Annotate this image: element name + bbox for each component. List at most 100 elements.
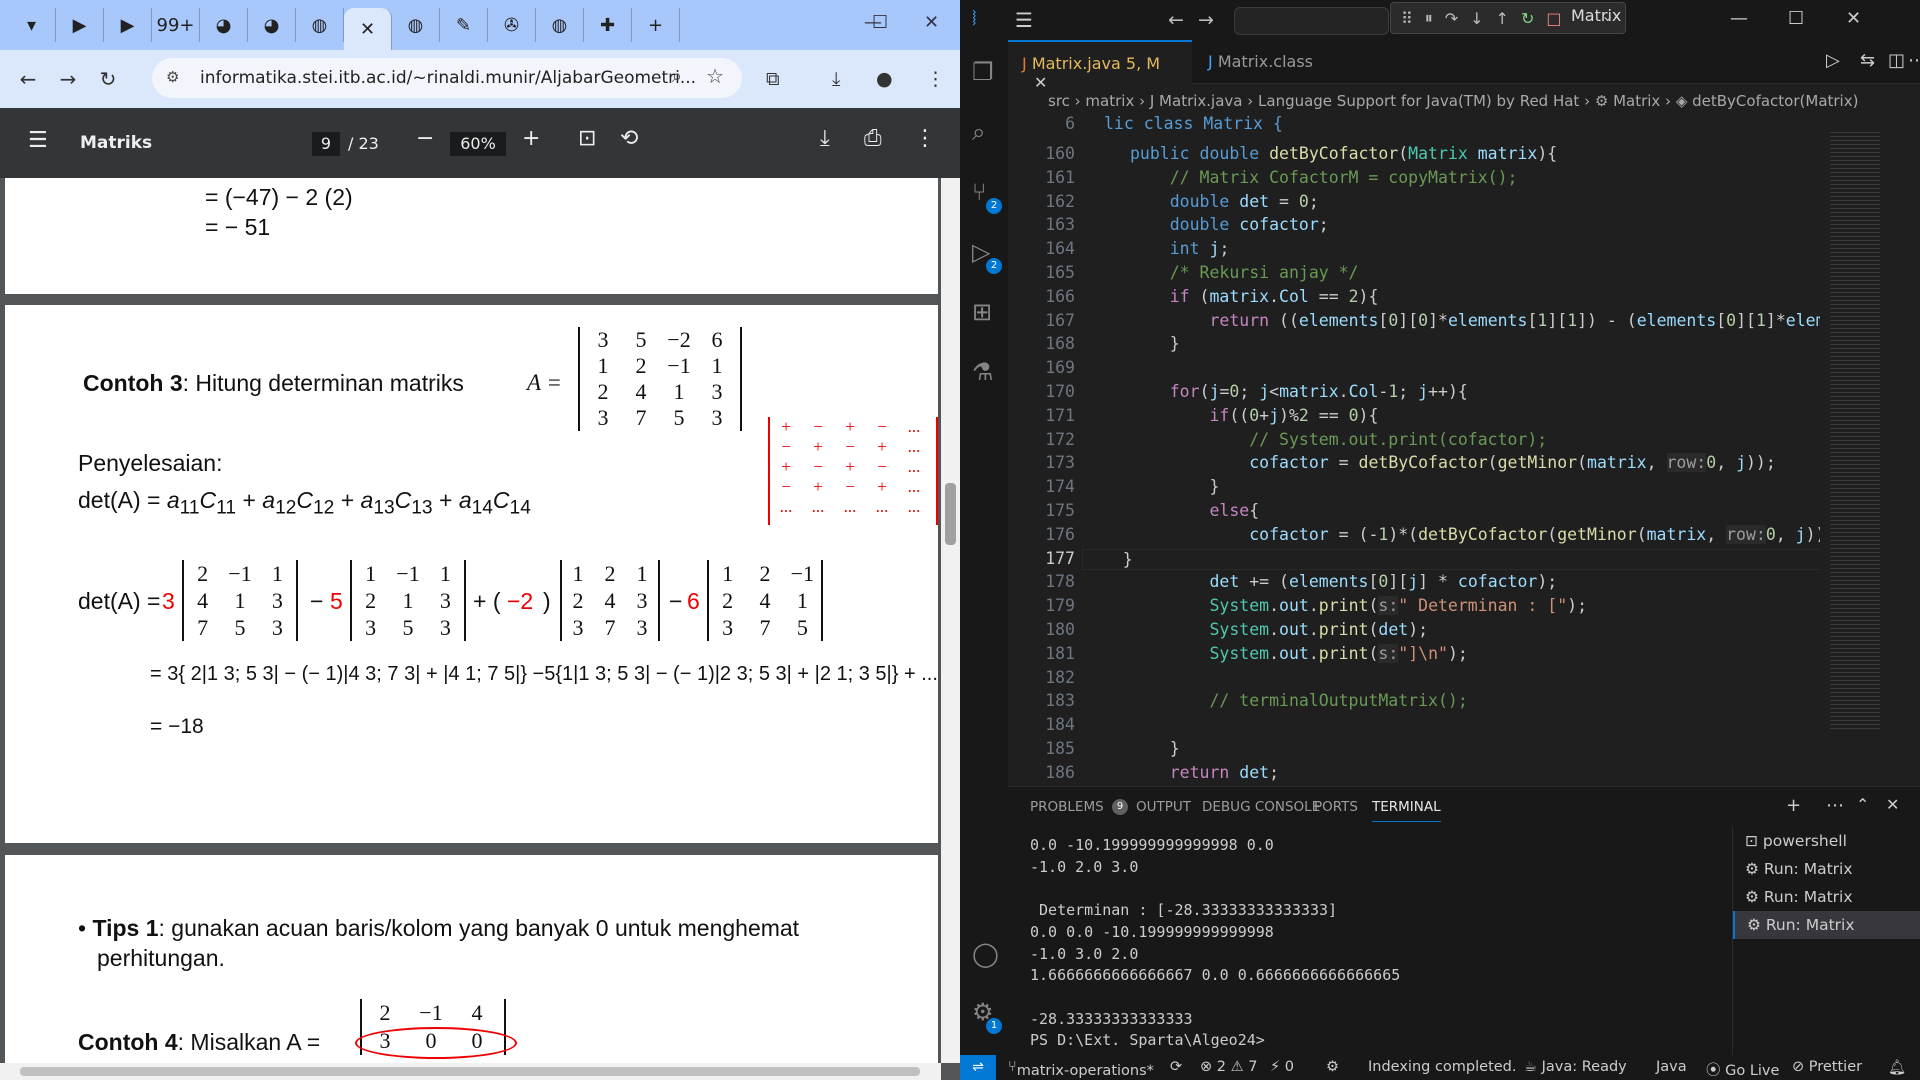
zoom-in-icon[interactable]: + <box>522 126 540 151</box>
editor-more-icon[interactable]: ⋯ <box>1908 50 1920 71</box>
code-line[interactable]: } <box>1082 548 1862 570</box>
code-line[interactable]: else{ <box>1130 501 1259 520</box>
notifications-icon[interactable]: 🔔︎ <box>1888 1059 1906 1076</box>
stop-icon[interactable]: □ <box>1546 9 1561 28</box>
browser-tab[interactable]: ◍ <box>536 8 584 42</box>
browser-tab[interactable]: ▶ <box>104 8 152 42</box>
code-line[interactable]: cofactor = detByCofactor(getMinor(matrix… <box>1130 453 1776 473</box>
terminal-instance[interactable]: ⚙ Run: Matrix <box>1733 883 1920 911</box>
code-editor[interactable]: 160 public double detByCofactor(Matrix ma… <box>1008 112 1868 784</box>
code-line[interactable]: int j; <box>1130 239 1230 258</box>
browser-tab[interactable]: ✕ <box>344 8 392 50</box>
browser-tab[interactable]: ✚ <box>584 8 632 42</box>
rotate-icon[interactable]: ⟲ <box>620 126 638 151</box>
browser-tab[interactable]: ◍ <box>392 8 440 42</box>
omnibox[interactable]: ⚙ informatika.stei.itb.ac.id/~rinaldi.mu… <box>152 58 742 98</box>
close-panel-icon[interactable]: ✕ <box>1886 795 1899 814</box>
panel-tab-ports[interactable]: PORTS <box>1314 799 1358 815</box>
new-terminal-icon[interactable]: + <box>1786 795 1801 816</box>
panel-tab-output[interactable]: OUTPUT <box>1136 799 1191 815</box>
code-line[interactable]: // terminalOutputMatrix(); <box>1130 691 1467 710</box>
close-icon[interactable]: ✕ <box>1846 8 1861 29</box>
panel-tab-problems[interactable]: PROBLEMS <box>1030 799 1104 815</box>
more-menu-icon[interactable]: ⋮ <box>926 68 945 90</box>
url-text[interactable]: informatika.stei.itb.ac.id/~rinaldi.muni… <box>200 68 696 88</box>
breadcrumb[interactable]: src › matrix › J Matrix.java › Language … <box>1048 92 1858 110</box>
browser-tab[interactable]: ✇ <box>488 8 536 42</box>
run-file-icon[interactable]: ▷ <box>1826 50 1840 71</box>
restart-icon[interactable]: ↻ <box>1521 9 1534 28</box>
download-icon[interactable]: ⤓ <box>832 68 840 90</box>
terminal-instance[interactable]: ⊡ powershell <box>1733 827 1920 855</box>
code-line[interactable]: double det = 0; <box>1130 192 1319 211</box>
minimize-icon[interactable]: — <box>1730 8 1748 29</box>
terminal-output[interactable]: 0.0 -10.199999999999998 0.0 -1.0 2.0 3.0… <box>1030 835 1400 1052</box>
tab-matrix-class[interactable]: J Matrix.class <box>1194 40 1354 84</box>
browser-tab[interactable]: + <box>632 8 680 42</box>
browser-tab[interactable]: ▾ <box>8 8 56 42</box>
avatar[interactable]: ● <box>876 68 893 90</box>
source-control-icon[interactable]: ⑂ <box>972 178 986 206</box>
scroll-thumb[interactable] <box>945 483 956 545</box>
extensions-icon[interactable]: ⧉ <box>766 68 780 90</box>
code-line[interactable]: double cofactor; <box>1130 215 1329 234</box>
menu-icon[interactable]: ☰ <box>1015 8 1033 32</box>
extensions-icon[interactable]: ⊞ <box>972 298 992 326</box>
go-live-button[interactable]: ⦿ Go Live <box>1706 1059 1779 1080</box>
prettier-status[interactable]: ⊘ Prettier <box>1792 1059 1862 1075</box>
panel-tab-terminal[interactable]: TERMINAL <box>1372 799 1441 822</box>
zoom-out-icon[interactable]: − <box>416 126 434 151</box>
language-mode[interactable]: Java <box>1656 1059 1687 1075</box>
drag-handle-icon[interactable]: ⠿ <box>1401 9 1413 28</box>
run-status-icon[interactable]: ⚙ <box>1326 1059 1339 1075</box>
browser-tab[interactable]: ◍ <box>296 8 344 42</box>
step-into-icon[interactable]: ↓ <box>1470 9 1483 28</box>
command-center-search[interactable] <box>1234 7 1389 35</box>
pdf-menu-icon[interactable]: ☰ <box>28 128 48 153</box>
code-line[interactable]: if (matrix.Col == 2){ <box>1130 287 1379 306</box>
hscroll-thumb[interactable] <box>20 1067 920 1076</box>
terminal-instance[interactable]: ⚙ Run: Matrix <box>1733 855 1920 883</box>
terminal-instance[interactable]: ⚙ Run: Matrix <box>1733 911 1920 939</box>
nav-forward-icon[interactable]: → <box>1198 9 1214 31</box>
java-status[interactable]: ☕ Java: Ready <box>1524 1059 1627 1075</box>
fit-page-icon[interactable]: ⊡ <box>578 126 596 151</box>
pdf-vertical-scrollbar[interactable] <box>941 178 960 1063</box>
pdf-horizontal-scrollbar[interactable] <box>0 1063 941 1080</box>
code-line[interactable]: } <box>1130 477 1219 496</box>
pdf-download-icon[interactable]: ⤓ <box>820 126 830 151</box>
forward-icon[interactable]: → <box>48 67 88 91</box>
code-line[interactable]: return det; <box>1130 763 1279 782</box>
step-over-icon[interactable]: ↷ <box>1445 9 1458 28</box>
close-window-icon[interactable]: ✕ <box>924 12 939 33</box>
code-line[interactable]: System.out.print(s:" Determinan : ["); <box>1130 596 1587 616</box>
code-line[interactable]: det += (elements[0][j] * cofactor); <box>1130 572 1557 591</box>
compare-icon[interactable]: ⇆ <box>1860 50 1875 71</box>
code-line[interactable]: cofactor = (-1)*(detByCofactor(getMinor(… <box>1130 524 1845 544</box>
panel-more-icon[interactable]: ⋯ <box>1826 795 1844 816</box>
close-tab-icon[interactable]: ✕ <box>1034 73 1047 92</box>
remote-icon[interactable]: ⇌ <box>960 1055 996 1080</box>
print-icon[interactable]: ⎙ <box>864 126 882 151</box>
minimap[interactable] <box>1820 112 1906 784</box>
pause-icon[interactable]: ⏸ <box>1425 8 1433 28</box>
code-line[interactable]: /* Rekursi anjay */ <box>1130 263 1359 282</box>
browser-tab[interactable]: ▶ <box>56 8 104 42</box>
back-icon[interactable]: ← <box>8 67 48 91</box>
code-line[interactable]: if((0+j)%2 == 0){ <box>1130 406 1378 425</box>
search-icon[interactable]: ⌕ <box>972 118 985 146</box>
code-line[interactable]: System.out.print(s:"]\n"); <box>1130 643 1468 663</box>
code-line[interactable]: } <box>1130 334 1180 353</box>
code-line[interactable]: System.out.print(det); <box>1130 620 1428 639</box>
problems-status[interactable]: ⊗ 2 ⚠ 7 <box>1200 1059 1257 1075</box>
bookmark-star-icon[interactable]: ☆ <box>706 64 724 88</box>
page-number-input[interactable]: 9 <box>312 132 340 156</box>
browser-tab[interactable]: ◕ <box>200 8 248 42</box>
chevron-down-icon[interactable]: ⌄ <box>1601 6 1614 25</box>
nav-back-icon[interactable]: ← <box>1168 9 1184 31</box>
split-editor-icon[interactable]: ◫ <box>1888 50 1905 71</box>
pdf-more-icon[interactable]: ⋮ <box>914 126 936 151</box>
explorer-icon[interactable]: ❐ <box>972 58 994 86</box>
sync-icon[interactable]: ⟳ <box>1170 1059 1182 1075</box>
browser-tab[interactable]: ◕ <box>248 8 296 42</box>
